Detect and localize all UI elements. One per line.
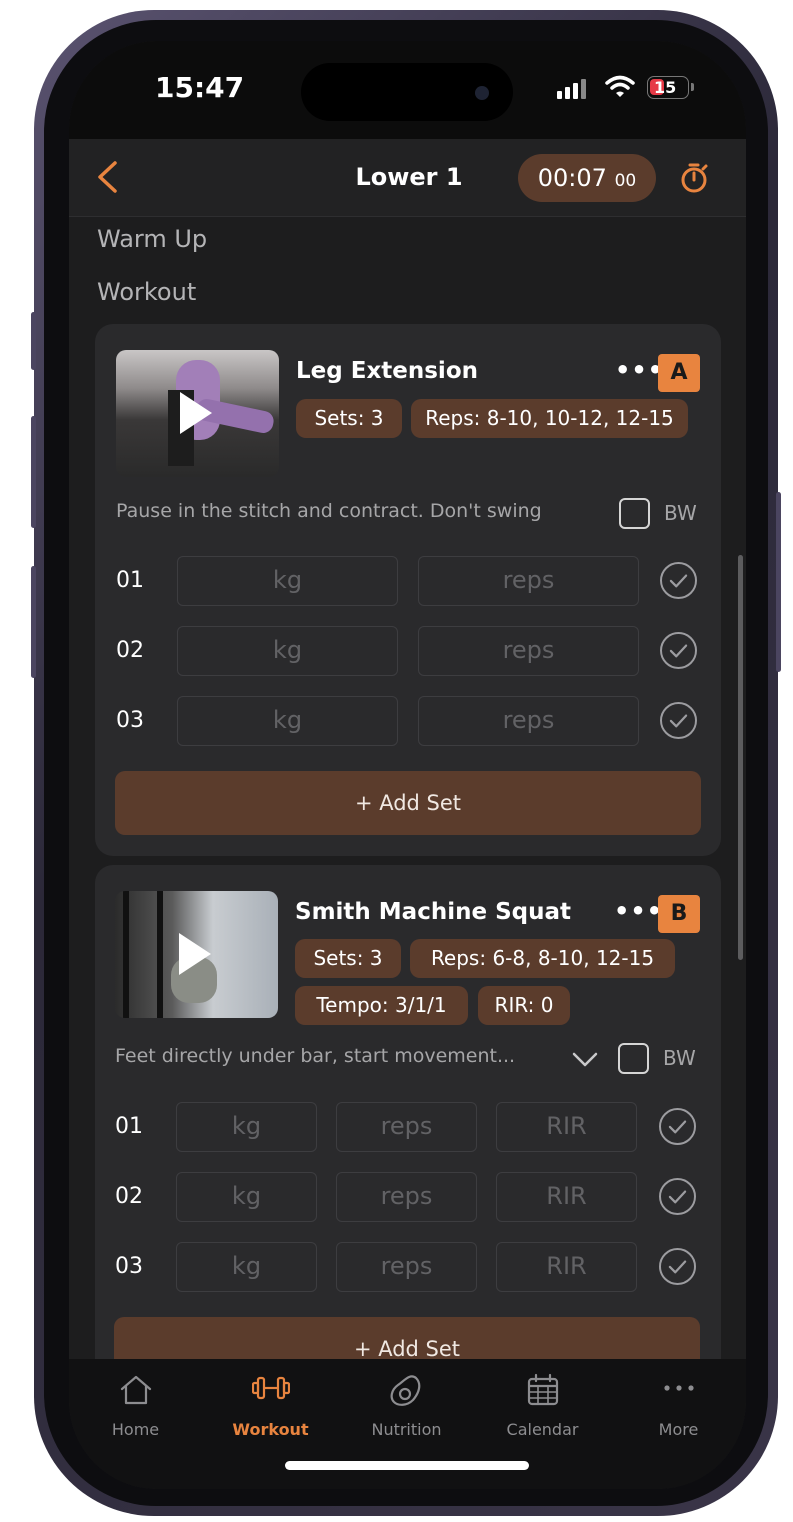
- side-button-left-3: [31, 566, 36, 678]
- chip-reps: Reps: 6-8, 8-10, 12-15: [410, 939, 675, 978]
- rir-input[interactable]: RIR: [496, 1102, 637, 1152]
- complete-set-icon[interactable]: [660, 632, 697, 669]
- tab-home[interactable]: Home: [69, 1359, 203, 1459]
- complete-set-icon[interactable]: [660, 702, 697, 739]
- complete-set-icon[interactable]: [660, 562, 697, 599]
- timer-sub: 00: [614, 171, 637, 191]
- thumbnail-rack: [157, 891, 163, 1018]
- reps-input[interactable]: reps: [418, 696, 639, 746]
- complete-set-icon[interactable]: [659, 1108, 696, 1145]
- tab-more[interactable]: More: [611, 1359, 746, 1459]
- more-icon: [663, 1385, 694, 1391]
- workout-timer[interactable]: 00:07 00: [518, 154, 656, 202]
- stopwatch-icon[interactable]: [679, 162, 709, 194]
- play-icon: [179, 933, 211, 975]
- reps-input[interactable]: reps: [336, 1172, 477, 1222]
- more-options-icon[interactable]: •••: [614, 897, 663, 925]
- superset-letter-badge: B: [658, 895, 700, 933]
- calendar-icon: [527, 1373, 558, 1406]
- tab-label: Home: [111, 1420, 160, 1439]
- tab-label: Calendar: [506, 1420, 579, 1439]
- complete-set-icon[interactable]: [659, 1248, 696, 1285]
- app-screen: 15:47 15 Lower 1 00:07 00 Warm Up Workou…: [69, 41, 746, 1489]
- reps-input[interactable]: reps: [418, 556, 639, 606]
- chip-sets: Sets: 3: [295, 939, 401, 978]
- avocado-icon: [390, 1375, 420, 1406]
- bodyweight-checkbox[interactable]: [619, 498, 650, 529]
- battery-icon: 15: [647, 76, 694, 99]
- kg-input[interactable]: kg: [177, 556, 398, 606]
- exercise-card-b: Smith Machine Squat ••• B Sets: 3 Reps: …: [95, 865, 721, 1425]
- kg-input[interactable]: kg: [177, 626, 398, 676]
- superset-letter-badge: A: [658, 354, 700, 392]
- set-number: 03: [116, 708, 144, 733]
- wifi-icon: [605, 75, 635, 97]
- camera-icon: [475, 86, 489, 100]
- set-number: 01: [115, 1114, 143, 1139]
- reps-input[interactable]: reps: [418, 626, 639, 676]
- chevron-down-icon[interactable]: [571, 1051, 599, 1069]
- status-time: 15:47: [155, 71, 245, 104]
- section-warm-up[interactable]: Warm Up: [97, 225, 207, 253]
- side-button-right: [776, 492, 781, 672]
- reps-input[interactable]: reps: [336, 1102, 477, 1152]
- side-button-left-1: [31, 312, 36, 370]
- bodyweight-label: BW: [664, 501, 697, 525]
- chip-sets: Sets: 3: [296, 399, 402, 438]
- chip-rir: RIR: 0: [478, 986, 570, 1025]
- play-icon: [180, 392, 212, 434]
- exercise-video-thumbnail[interactable]: [116, 350, 279, 477]
- kg-input[interactable]: kg: [176, 1242, 317, 1292]
- dumbbell-icon: [251, 1376, 290, 1400]
- tab-label: Workout: [232, 1420, 309, 1439]
- set-number: 01: [116, 568, 144, 593]
- complete-set-icon[interactable]: [659, 1178, 696, 1215]
- thumbnail-rack: [123, 891, 129, 1018]
- home-indicator[interactable]: [285, 1461, 529, 1470]
- set-number: 02: [115, 1184, 143, 1209]
- set-number: 03: [115, 1254, 143, 1279]
- kg-input[interactable]: kg: [177, 696, 398, 746]
- tab-label: Nutrition: [371, 1420, 442, 1439]
- exercise-title[interactable]: Leg Extension: [296, 358, 478, 384]
- rir-input[interactable]: RIR: [496, 1242, 637, 1292]
- status-bar: 15:47 15: [69, 41, 746, 139]
- reps-input[interactable]: reps: [336, 1242, 477, 1292]
- add-set-button[interactable]: + Add Set: [115, 771, 701, 835]
- rir-input[interactable]: RIR: [496, 1172, 637, 1222]
- chip-tempo: Tempo: 3/1/1: [295, 986, 468, 1025]
- set-number: 02: [116, 638, 144, 663]
- more-options-icon[interactable]: •••: [615, 356, 664, 384]
- home-icon: [120, 1375, 151, 1405]
- battery-level: 15: [654, 78, 677, 97]
- scrollbar[interactable]: [738, 555, 743, 960]
- nav-bar: Lower 1 00:07 00: [69, 139, 746, 217]
- timer-main: 00:07: [537, 164, 607, 192]
- exercise-note: Pause in the stitch and contract. Don't …: [116, 500, 542, 522]
- tab-calendar[interactable]: Calendar: [475, 1359, 610, 1459]
- kg-input[interactable]: kg: [176, 1172, 317, 1222]
- tab-workout[interactable]: Workout: [203, 1359, 338, 1459]
- chip-reps: Reps: 8-10, 10-12, 12-15: [411, 399, 688, 438]
- section-workout: Workout: [97, 278, 197, 306]
- exercise-title[interactable]: Smith Machine Squat: [295, 899, 571, 925]
- exercise-note: Feet directly under bar, start movement.…: [115, 1045, 516, 1067]
- bodyweight-checkbox[interactable]: [618, 1043, 649, 1074]
- bodyweight-label: BW: [663, 1046, 696, 1070]
- exercise-card-a: Leg Extension ••• A Sets: 3 Reps: 8-10, …: [95, 324, 721, 856]
- exercise-video-thumbnail[interactable]: [115, 891, 278, 1018]
- side-button-left-2: [31, 416, 36, 528]
- tab-nutrition[interactable]: Nutrition: [339, 1359, 474, 1459]
- kg-input[interactable]: kg: [176, 1102, 317, 1152]
- tab-label: More: [658, 1420, 699, 1439]
